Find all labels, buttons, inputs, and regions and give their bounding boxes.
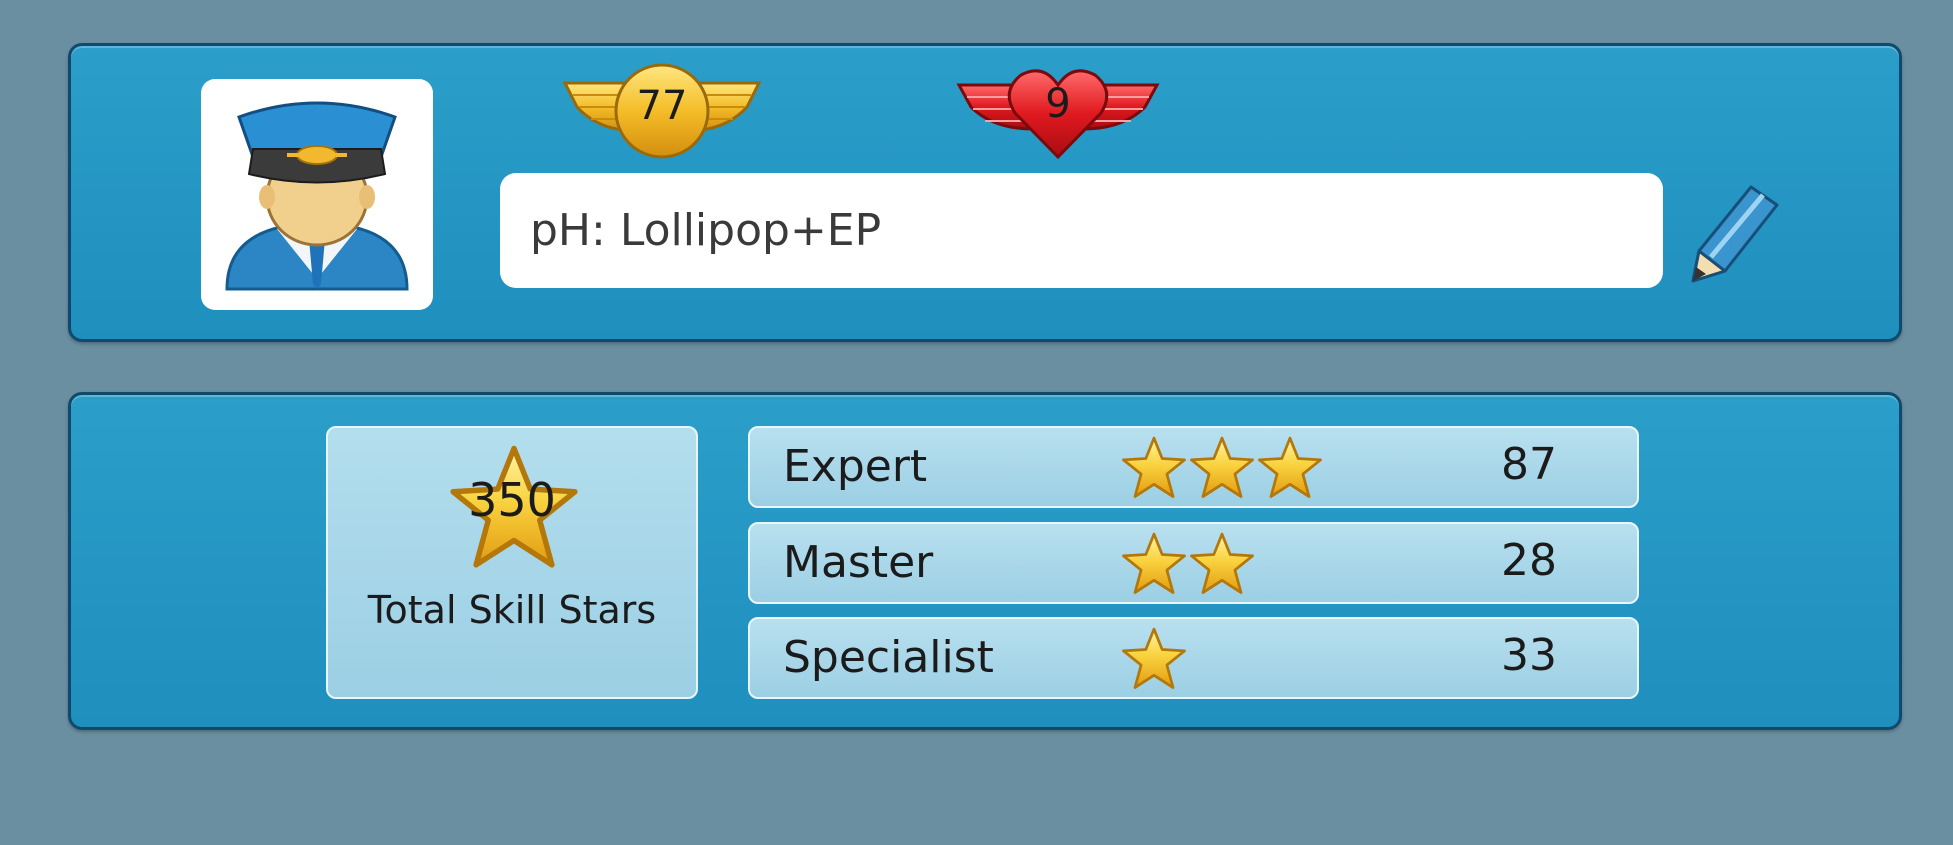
gold-star-icon [1256,435,1324,501]
rank-count: 33 [1501,630,1557,681]
hearts-badge: 9 [955,61,1161,161]
edit-name-button[interactable] [1681,179,1781,289]
rank-row-specialist: Specialist 33 [748,617,1639,699]
profile-panel: 77 9 pH: Lollipop+EP [68,43,1902,342]
hearts-value: 9 [1045,81,1071,127]
level-badge: 77 [559,61,765,161]
rank-count: 28 [1501,535,1557,586]
rank-name: Master [783,537,934,588]
rank-stars [1120,435,1324,501]
total-skill-stars-value: 350 [468,473,556,527]
skills-panel: 350 Total Skill Stars Expert 87 Master 2… [68,392,1902,730]
rank-row-expert: Expert 87 [748,426,1639,508]
rank-stars [1120,626,1188,692]
total-skill-stars-label: Total Skill Stars [367,588,657,632]
level-value: 77 [636,83,688,129]
pilot-avatar[interactable] [201,79,433,310]
pilot-avatar-icon [225,101,409,291]
gold-star-icon [1120,435,1188,501]
total-skill-stars-box: 350 Total Skill Stars [326,426,698,699]
rank-name: Expert [783,441,928,492]
gold-star-icon [1120,626,1188,692]
pencil-icon [1691,185,1779,283]
rank-name: Specialist [783,632,994,683]
rank-row-master: Master 28 [748,522,1639,604]
gold-star-icon [1120,531,1188,597]
gold-star-icon [1188,531,1256,597]
rank-stars [1120,531,1256,597]
rank-count: 87 [1501,439,1557,490]
gold-star-icon [1188,435,1256,501]
player-name-field[interactable]: pH: Lollipop+EP [500,173,1663,288]
